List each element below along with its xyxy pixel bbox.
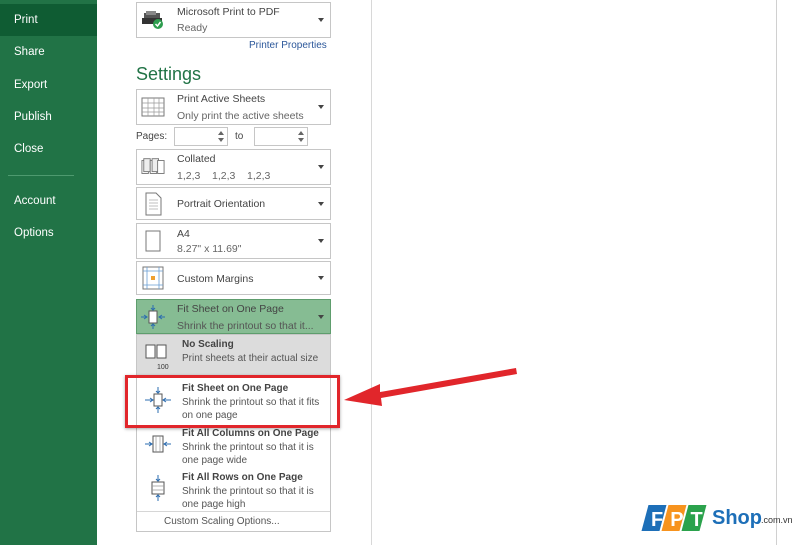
highlight-box <box>125 375 340 428</box>
svg-text:100: 100 <box>157 364 169 371</box>
sidebar-item-label: Publish <box>14 111 52 123</box>
menu-item-title: Fit All Rows on One Page <box>182 472 303 483</box>
fpt-shop-watermark: FPT Shop .com.vn <box>641 503 793 533</box>
sidebar-item-publish[interactable]: Publish <box>0 101 97 133</box>
backstage-sidebar: Print Share Export Publish Close Account… <box>0 0 97 545</box>
settings-heading: Settings <box>136 64 202 84</box>
collation-dropdown[interactable]: Collated 1,2,3 1,2,3 1,2,3 <box>136 149 331 185</box>
arrow-up-icon[interactable] <box>298 131 304 135</box>
pages-label: Pages: <box>136 131 168 142</box>
collated-pages-icon <box>141 154 165 180</box>
menu-item-fit-columns[interactable]: Fit All Columns on One Page Shrink the p… <box>137 424 330 468</box>
arrow-down-icon[interactable] <box>298 138 304 142</box>
pages-to-label: to <box>235 131 244 142</box>
menu-item-fit-rows[interactable]: Fit All Rows on One Page Shrink the prin… <box>137 468 330 512</box>
paper-subtitle: 8.27" x 11.69" <box>177 243 242 255</box>
chevron-down-icon <box>318 314 324 319</box>
sidebar-item-label: Options <box>14 227 54 239</box>
orientation-title: Portrait Orientation <box>177 198 266 210</box>
arrow-down-icon[interactable] <box>218 138 224 142</box>
sidebar-item-close[interactable]: Close <box>0 133 97 165</box>
printer-dropdown[interactable]: Microsoft Print to PDF Ready <box>136 2 331 38</box>
sidebar-item-label: Share <box>14 46 45 58</box>
chevron-down-icon <box>318 18 324 22</box>
menu-item-no-scaling[interactable]: 100 No Scaling Print sheets at their act… <box>137 335 330 375</box>
print-what-title: Print Active Sheets <box>177 93 266 105</box>
chevron-down-icon <box>318 239 324 243</box>
sidebar-item-account[interactable]: Account <box>0 185 97 217</box>
paper-title: A4 <box>177 228 190 240</box>
scaling-dropdown[interactable]: Fit Sheet on One Page Shrink the printou… <box>136 299 331 334</box>
sheet-grid-icon <box>141 94 165 120</box>
printer-name: Microsoft Print to PDF <box>177 6 280 18</box>
arrow-up-icon[interactable] <box>218 131 224 135</box>
chevron-down-icon <box>318 201 324 206</box>
menu-item-desc: Shrink the printout so that it is one pa… <box>182 486 314 510</box>
svg-text:FPT: FPT <box>651 509 710 531</box>
fit-sheet-icon <box>141 304 165 330</box>
printer-icon <box>141 7 165 33</box>
print-what-subtitle: Only print the active sheets <box>177 110 304 122</box>
menu-item-desc: Shrink the printout so that it is one pa… <box>182 442 314 466</box>
menu-item-title: No Scaling <box>182 339 234 350</box>
fit-rows-icon <box>144 474 172 502</box>
orientation-dropdown[interactable]: Portrait Orientation <box>136 187 331 220</box>
collation-title: Collated <box>177 153 216 165</box>
sidebar-item-label: Export <box>14 79 48 91</box>
scaling-menu: 100 No Scaling Print sheets at their act… <box>136 334 331 532</box>
menu-item-title: Fit All Columns on One Page <box>182 428 319 439</box>
menu-separator <box>137 511 330 512</box>
sidebar-item-export[interactable]: Export <box>0 69 97 101</box>
printer-properties-link[interactable]: Printer Properties <box>249 40 327 51</box>
preview-divider <box>371 0 372 545</box>
scaling-title: Fit Sheet on One Page <box>177 303 284 315</box>
chevron-down-icon <box>318 165 324 169</box>
sidebar-item-print[interactable]: Print <box>0 4 97 36</box>
margins-icon <box>141 265 165 291</box>
chevron-down-icon <box>318 105 324 109</box>
sidebar-item-label: Account <box>14 195 56 207</box>
fpt-shop-text: Shop <box>712 507 762 529</box>
preview-edge <box>776 0 777 545</box>
paper-size-icon <box>141 228 165 254</box>
red-arrow-annotation <box>344 368 517 406</box>
margins-title: Custom Margins <box>177 273 254 285</box>
sidebar-item-options[interactable]: Options <box>0 217 97 249</box>
print-what-dropdown[interactable]: Print Active Sheets Only print the activ… <box>136 89 331 125</box>
pages-from-stepper[interactable] <box>174 127 228 146</box>
fpt-domain-suffix: .com.vn <box>761 515 793 525</box>
sidebar-item-label: Close <box>14 143 44 155</box>
sidebar-item-share[interactable]: Share <box>0 36 97 68</box>
printer-status: Ready <box>177 22 208 34</box>
paper-size-dropdown[interactable]: A4 8.27" x 11.69" <box>136 223 331 259</box>
custom-scaling-options[interactable]: Custom Scaling Options... <box>164 516 280 527</box>
sidebar-item-label: Print <box>14 14 38 26</box>
menu-item-desc: Print sheets at their actual size <box>182 353 319 364</box>
pages-to-stepper[interactable] <box>254 127 308 146</box>
sidebar-separator <box>8 175 74 176</box>
fpt-logo-icon: FPT <box>641 505 710 531</box>
fit-columns-icon <box>144 430 172 458</box>
no-scaling-icon: 100 <box>144 341 172 371</box>
chevron-down-icon <box>318 276 324 280</box>
collation-subtitle: 1,2,3 1,2,3 1,2,3 <box>177 170 271 182</box>
portrait-page-icon <box>141 191 165 217</box>
scaling-subtitle: Shrink the printout so that it... <box>177 320 314 332</box>
margins-dropdown[interactable]: Custom Margins <box>136 261 331 295</box>
